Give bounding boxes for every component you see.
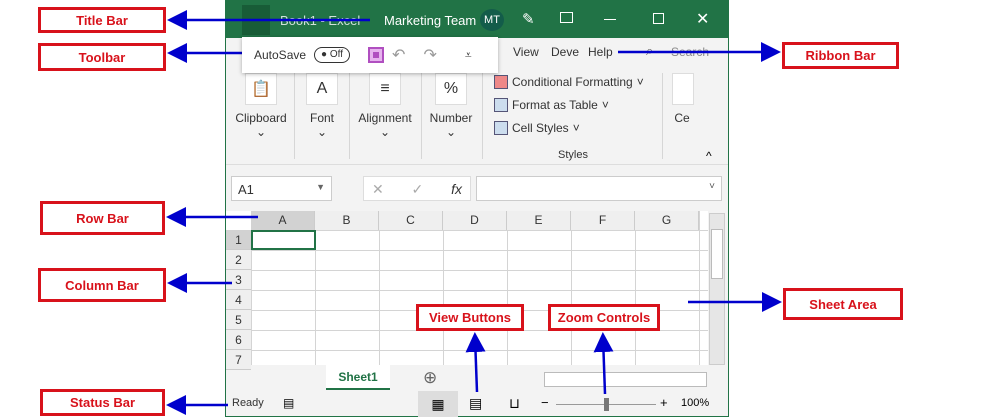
autosave-toggle[interactable]: ● Off [314,47,351,63]
autosave-label: AutoSave [254,48,307,62]
arrow-view-buttons [465,332,486,393]
customize-qat-icon[interactable]: ⩡ [465,48,472,63]
redo-icon[interactable]: ↷ [423,45,436,65]
save-icon[interactable] [368,47,385,63]
quick-access-toolbar: AutoSave ● Off ↶ ↷ ⩡ [242,37,498,73]
undo-icon[interactable]: ↶ [392,45,405,65]
arrow-zoom-controls [593,332,614,395]
toggle-state: Off [329,49,344,60]
